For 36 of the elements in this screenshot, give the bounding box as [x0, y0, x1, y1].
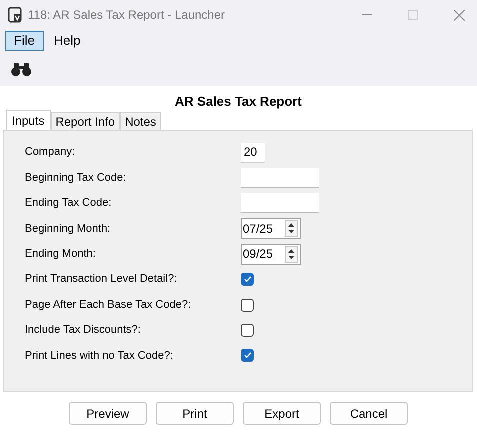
month-spinner[interactable]: 09/25 [241, 244, 301, 265]
field-label: Ending Tax Code: [25, 196, 113, 212]
checkbox[interactable] [241, 324, 254, 337]
field-label: Print Transaction Level Detail?: [25, 272, 178, 288]
app-logo-icon [8, 7, 22, 23]
menu-item[interactable]: File [5, 31, 44, 51]
text-field[interactable] [241, 193, 319, 214]
text-field[interactable] [241, 168, 319, 188]
month-spinner[interactable]: 07/25 [241, 218, 301, 240]
tab[interactable]: Report Info [50, 112, 120, 130]
check-icon [244, 352, 252, 360]
binoculars-icon[interactable] [11, 62, 32, 76]
field-label: Company: [25, 145, 76, 160]
up-down-arrows-icon[interactable] [285, 246, 298, 263]
close-icon[interactable] [454, 10, 465, 20]
checkbox[interactable] [241, 349, 254, 362]
checkbox[interactable] [241, 273, 254, 286]
action-button[interactable]: Export [243, 402, 321, 425]
action-button[interactable]: Cancel [330, 402, 408, 425]
tab[interactable]: Inputs [6, 110, 51, 130]
field-label: Ending Month: [25, 247, 97, 262]
field-label: Beginning Tax Code: [25, 170, 128, 186]
checkbox[interactable] [241, 298, 254, 312]
up-down-arrows-icon[interactable] [285, 220, 298, 238]
field-label: Print Lines with no Tax Code?: [25, 348, 174, 364]
tab[interactable]: Notes [120, 112, 162, 130]
check-icon [244, 276, 252, 284]
field-label: Page After Each Base Tax Code?: [25, 298, 192, 313]
menu-item[interactable]: Help [46, 31, 89, 51]
report-heading: AR Sales Tax Report [175, 93, 302, 110]
company-field[interactable]: 20 [241, 142, 265, 163]
action-button[interactable]: Preview [69, 402, 147, 425]
field-label: Include Tax Discounts?: [25, 323, 142, 338]
action-button[interactable]: Print [156, 402, 234, 425]
window-title: 118: AR Sales Tax Report - Launcher [28, 7, 226, 24]
field-label: Beginning Month: [25, 222, 112, 237]
